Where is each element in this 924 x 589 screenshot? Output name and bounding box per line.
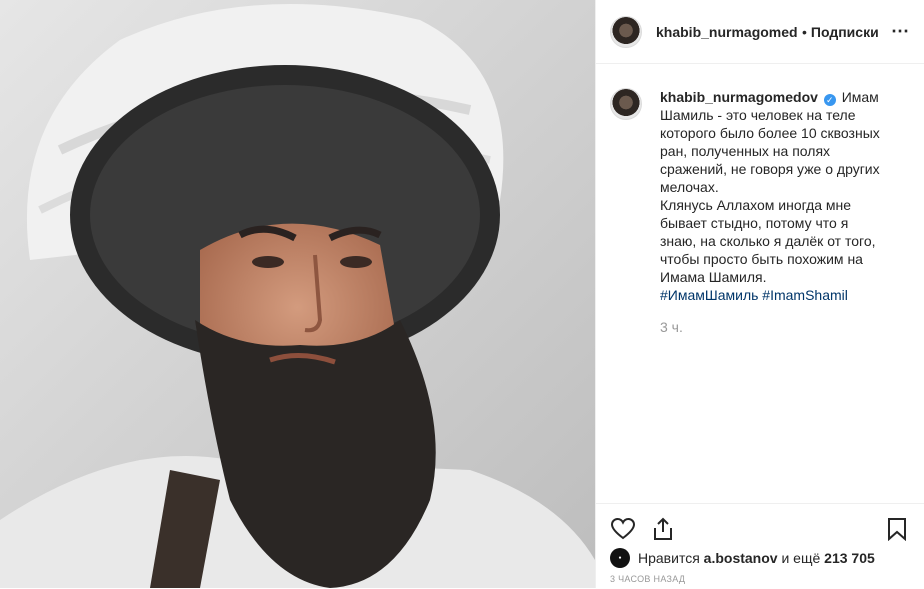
likes-user[interactable]: a.bostanov [704,550,778,566]
likes-count[interactable]: 213 705 [824,550,875,566]
likes-middle: и ещё [781,550,821,566]
instagram-post: khabib_nurmagomedc • Подписки ⋯ khabib_n… [0,0,924,588]
following-button[interactable]: Подписки [811,24,879,40]
portrait-image [0,0,595,588]
author-username[interactable]: khabib_nurmagomedc [656,24,798,40]
caption-hashtags[interactable]: #ИмамШамиль #ImamShamil [660,286,885,304]
likes-prefix: Нравится [638,550,700,566]
author-avatar[interactable] [610,15,642,48]
header-separator: • [802,23,807,40]
posted-ago[interactable]: 3 часов назад [596,568,924,584]
caption-text-block: khabib_nurmagomedov ✓ Имам Шамиль - это … [660,88,885,336]
more-icon[interactable]: ⋯ [891,21,910,42]
caption-avatar[interactable] [610,88,642,120]
heart-icon[interactable] [610,516,636,542]
post-sidebar: khabib_nurmagomedc • Подписки ⋯ khabib_n… [595,0,924,588]
caption-text-2: Клянусь Аллахом иногда мне бывает стыдно… [660,197,876,285]
bookmark-icon[interactable] [884,516,910,542]
verified-badge-icon: ✓ [823,94,836,106]
actions-section: ● Нравится a.bostanov и ещё 213 705 3 ча… [596,503,924,589]
post-image[interactable] [0,0,595,588]
caption-time[interactable]: 3 ч. [660,318,885,336]
caption-username[interactable]: khabib_nurmagomedov [660,89,818,105]
liker-avatar[interactable]: ● [610,548,630,568]
caption-comment: khabib_nurmagomedov ✓ Имам Шамиль - это … [596,64,924,336]
likes-row: ● Нравится a.bostanov и ещё 213 705 [596,542,924,568]
post-header: khabib_nurmagomedc • Подписки ⋯ [596,0,924,64]
action-bar [596,504,924,542]
share-icon[interactable] [650,516,676,542]
